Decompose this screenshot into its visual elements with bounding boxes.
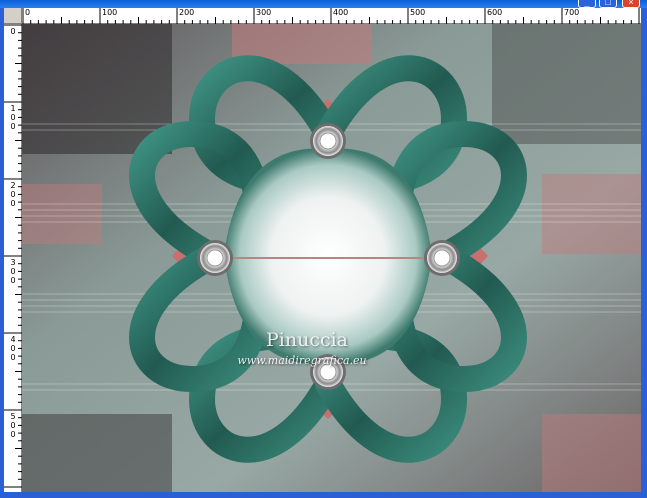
artist-signature: Pinuccia: [265, 329, 349, 351]
bg-pink-tile: [542, 174, 641, 254]
ruler-label-200: 200: [179, 8, 195, 17]
ruler-label-500: 500: [410, 8, 426, 17]
gem-left: [197, 240, 233, 276]
gem-top: [310, 123, 346, 159]
gem-right: [424, 240, 460, 276]
vruler-label-0: 0: [10, 27, 16, 36]
bg-pink-tile: [22, 184, 102, 244]
close-button[interactable]: ×: [622, 0, 640, 8]
bg-dark-tile: [492, 24, 641, 144]
ruler-corner: [4, 8, 22, 24]
vruler-label-500: 500: [10, 412, 16, 439]
ruler-label-300: 300: [256, 8, 272, 17]
bg-dark-tile: [22, 414, 172, 492]
vruler-label-100: 100: [10, 104, 16, 131]
artist-url: www.maidiregrafica.eu: [237, 354, 367, 367]
bg-pink-tile: [542, 414, 641, 492]
window-frame-right: [641, 8, 647, 498]
vertical-ruler[interactable]: 0 100 200 300 400 500: [4, 24, 22, 492]
ruler-label-600: 600: [487, 8, 503, 17]
ruler-label-400: 400: [333, 8, 349, 17]
vruler-label-300: 300: [10, 258, 16, 285]
vruler-label-400: 400: [10, 335, 16, 362]
horizontal-ruler[interactable]: 0 100 200 300 400 500 600 700: [22, 8, 641, 24]
image-canvas[interactable]: Pinuccia www.maidiregrafica.eu: [22, 24, 641, 492]
vruler-label-200: 200: [10, 181, 16, 208]
window-titlebar: _ □ ×: [0, 0, 647, 8]
ruler-label-100: 100: [102, 8, 118, 17]
ruler-label-700: 700: [564, 8, 580, 17]
maximize-button[interactable]: □: [599, 0, 617, 8]
minimize-button[interactable]: _: [578, 0, 596, 8]
window-frame-bottom: [0, 492, 647, 498]
ruler-label-0: 0: [25, 8, 31, 17]
artwork-image: [22, 24, 641, 492]
